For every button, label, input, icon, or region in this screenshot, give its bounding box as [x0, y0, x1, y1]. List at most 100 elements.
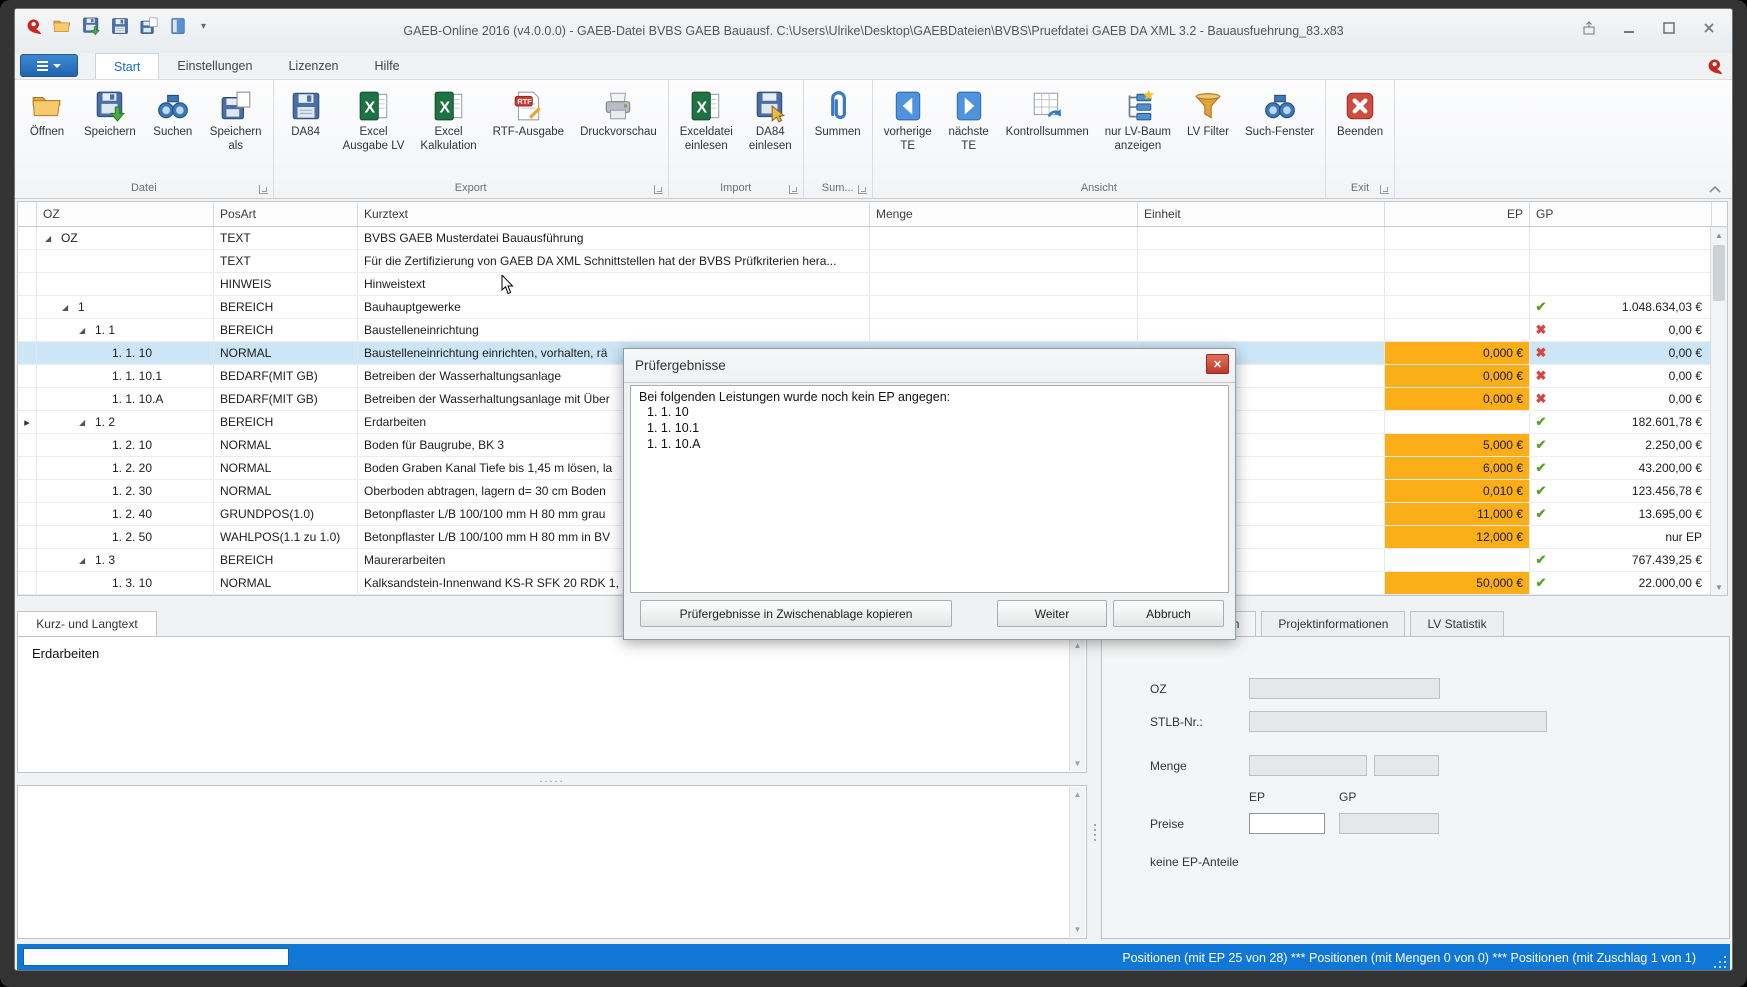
speichern-button[interactable]: Speichern — [76, 86, 144, 140]
button-label: Druckvorschau — [580, 126, 657, 140]
suchen-button[interactable]: Suchen — [144, 86, 202, 140]
tab-projektinformationen[interactable]: Projektinformationen — [1261, 611, 1405, 636]
panel-scrollbar[interactable]: ▲ ▼ — [1069, 638, 1085, 771]
pin-icon[interactable] — [1576, 17, 1602, 39]
row-indicator-cell — [18, 296, 37, 318]
tab-einstellungen[interactable]: Einstellungen — [159, 53, 270, 79]
excel-ausgabe-lv-button[interactable]: XExcelAusgabe LV — [335, 86, 413, 153]
ribbon-collapse-button[interactable] — [1708, 182, 1722, 194]
column-header-ep[interactable]: EP — [1385, 202, 1530, 226]
stlb-field[interactable] — [1249, 711, 1547, 732]
n-chste-te-button[interactable]: nächsteTE — [940, 86, 998, 153]
ribbon-group-footer: Ansicht — [876, 178, 1322, 198]
close-icon[interactable] — [1696, 17, 1722, 39]
table-row[interactable]: ◢1. 1BEREICHBaustelleneinrichtung✖0,00 € — [18, 319, 1727, 342]
kontrollsummen-button[interactable]: Kontrollsummen — [998, 86, 1097, 140]
app-menu-button[interactable] — [20, 54, 78, 77]
row-indicator-cell — [18, 250, 37, 272]
quick-access-toolbar: ▾ — [23, 16, 206, 36]
beenden-button[interactable]: Beenden — [1329, 86, 1391, 140]
exceldatei-einlesen-button[interactable]: XExceldateieinlesen — [672, 86, 741, 153]
cross-icon: ✖ — [1530, 391, 1552, 407]
minimize-icon[interactable] — [1616, 17, 1642, 39]
table-row[interactable]: TEXTFür die Zertifizierung von GAEB DA X… — [18, 250, 1727, 273]
ep-price-field[interactable] — [1249, 813, 1325, 834]
abbruch-button[interactable]: Abbruch — [1113, 600, 1224, 627]
dialog-close-icon[interactable]: ✕ — [1206, 354, 1229, 374]
druckvorschau-button[interactable]: Druckvorschau — [572, 86, 665, 140]
column-header-oz[interactable]: OZ — [37, 202, 214, 226]
excel-kalkulation-button[interactable]: XExcelKalkulation — [412, 86, 484, 153]
folder-open-icon[interactable] — [52, 16, 72, 36]
oz-cell: 1. 2. 10 — [37, 434, 214, 456]
column-header-kurztext[interactable]: Kurztext — [358, 202, 870, 226]
expander-icon[interactable]: ◢ — [79, 418, 90, 427]
kurztext-cell: BVBS GAEB Musterdatei Bauausführung — [358, 227, 870, 249]
dialog-launcher-icon[interactable] — [1380, 185, 1389, 194]
dialog-launcher-icon[interactable] — [654, 185, 663, 194]
gp-price-field[interactable] — [1339, 813, 1439, 834]
column-header-gutter[interactable] — [18, 202, 37, 226]
scroll-up-icon[interactable]: ▲ — [1711, 227, 1727, 243]
nur-lv-baum-anzeigen-button[interactable]: nur LV-Baumanzeigen — [1097, 86, 1179, 153]
grid-scrollbar[interactable]: ▲ ▼ — [1710, 227, 1727, 595]
expander-icon[interactable]: ◢ — [79, 326, 90, 335]
scroll-down-icon[interactable]: ▼ — [1070, 756, 1085, 771]
table-row[interactable]: ◢1BEREICHBauhauptgewerke✔1.048.634,03 € — [18, 296, 1727, 319]
table-row[interactable]: ◢OZTEXTBVBS GAEB Musterdatei Bauausführu… — [18, 227, 1727, 250]
copy-to-clipboard-button[interactable]: Prüfergebnisse in Zwischenablage kopiere… — [640, 600, 952, 627]
speichern-als-button[interactable]: Speichernals — [202, 86, 270, 153]
expander-icon[interactable]: ◢ — [79, 556, 90, 565]
expander-icon[interactable]: ◢ — [45, 234, 56, 243]
scroll-down-icon[interactable]: ▼ — [1711, 579, 1727, 595]
button-label: TE — [961, 140, 976, 154]
oz-field[interactable] — [1249, 678, 1440, 699]
column-header-posart[interactable]: PosArt — [214, 202, 358, 226]
chevron-down-icon[interactable]: ▾ — [201, 21, 206, 32]
maximize-icon[interactable] — [1656, 17, 1682, 39]
da84-button[interactable]: DA84 — [277, 86, 335, 140]
dialog-launcher-icon[interactable] — [789, 185, 798, 194]
such-fenster-button[interactable]: Such-Fenster — [1237, 86, 1322, 140]
tab-lizenzen[interactable]: Lizenzen — [270, 53, 356, 79]
weiter-button[interactable]: Weiter — [997, 600, 1107, 627]
dialog-message-box: Bei folgenden Leistungen wurde noch kein… — [630, 385, 1229, 593]
column-header-gp[interactable]: GP — [1530, 202, 1712, 226]
check-icon: ✔ — [1530, 299, 1552, 315]
arrow-left-icon — [891, 89, 925, 123]
oz-cell: 1. 2. 20 — [37, 457, 214, 479]
panel-icon[interactable] — [168, 16, 188, 36]
posart-cell: BEDARF(MIT GB) — [214, 365, 358, 387]
table-row[interactable]: HINWEISHinweistext — [18, 273, 1727, 296]
expander-icon[interactable]: ◢ — [62, 303, 73, 312]
da84-einlesen-button[interactable]: DA84einlesen — [741, 86, 800, 153]
menge-field[interactable] — [1249, 755, 1367, 776]
dialog-launcher-icon[interactable] — [858, 185, 867, 194]
einheit-field[interactable] — [1374, 755, 1439, 776]
scroll-up-icon[interactable]: ▲ — [1070, 787, 1085, 802]
save-as-icon[interactable] — [139, 16, 159, 36]
tab-kurz-und-langtext[interactable]: Kurz- und Langtext — [17, 611, 157, 636]
-ffnen-button[interactable]: Öffnen — [18, 86, 76, 140]
gaeb-logo-icon[interactable] — [23, 16, 43, 36]
column-header-einheit[interactable]: Einheit — [1138, 202, 1385, 226]
scroll-down-icon[interactable]: ▼ — [1070, 922, 1085, 937]
scrollbar-thumb[interactable] — [1713, 245, 1725, 301]
kurztext-cell: Für die Zertifizierung von GAEB DA XML S… — [358, 250, 870, 272]
panel-scrollbar[interactable]: ▲ ▼ — [1069, 787, 1085, 937]
floppy-icon[interactable] — [110, 16, 130, 36]
resize-grip[interactable] — [1712, 954, 1726, 968]
lv-filter-button[interactable]: LV Filter — [1179, 86, 1237, 140]
panel-splitter-vertical[interactable] — [1091, 815, 1099, 849]
dialog-launcher-icon[interactable] — [259, 185, 268, 194]
summen-button[interactable]: Summen — [807, 86, 869, 140]
save-green-icon[interactable] — [81, 16, 101, 36]
rtf-ausgabe-button[interactable]: RTFRTF-Ausgabe — [485, 86, 572, 140]
tab-start[interactable]: Start — [95, 53, 159, 79]
vorherige-te-button[interactable]: vorherigeTE — [876, 86, 940, 153]
scroll-up-icon[interactable]: ▲ — [1070, 638, 1085, 653]
tab-hilfe[interactable]: Hilfe — [357, 53, 418, 79]
column-header-menge[interactable]: Menge — [870, 202, 1138, 226]
tab-lv-statistik[interactable]: LV Statistik — [1410, 611, 1503, 636]
panel-splitter-horizontal[interactable]: ..... — [17, 773, 1087, 785]
